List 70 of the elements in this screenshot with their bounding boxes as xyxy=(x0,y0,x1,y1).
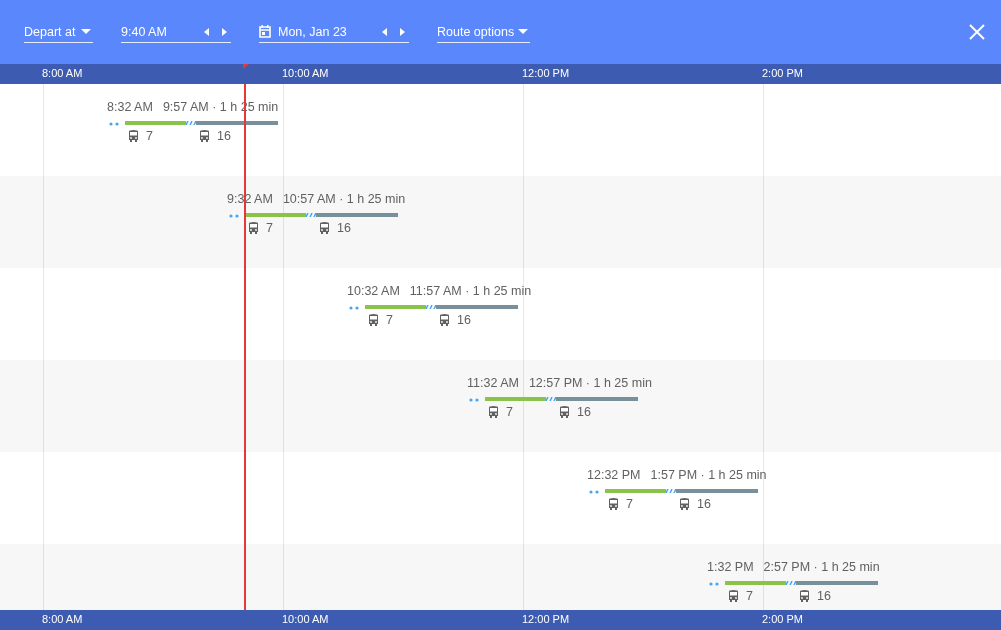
route-number: 7 xyxy=(266,221,273,235)
time-field[interactable]: 9:40 AM xyxy=(121,21,231,43)
walk-dots-icon xyxy=(469,398,479,402)
arrival-duration: 11:57 AM · 1 h 25 min xyxy=(409,284,532,299)
depart-mode-dropdown[interactable]: Depart at xyxy=(24,21,93,43)
transfer-dashes-icon xyxy=(786,581,796,585)
walk-dots-icon xyxy=(109,122,119,126)
bus-icon xyxy=(439,314,450,326)
arrival-duration: 10:57 AM · 1 h 25 min xyxy=(282,192,406,207)
calendar-icon xyxy=(259,25,271,38)
transfer-dashes-icon xyxy=(186,121,196,125)
previous-icon[interactable] xyxy=(382,27,387,36)
axis-label: 12:00 PM xyxy=(522,67,570,79)
route-number: 7 xyxy=(506,405,513,419)
bus-icon xyxy=(679,498,690,510)
axis-label: 2:00 PM xyxy=(762,613,803,625)
route-number: 7 xyxy=(746,589,753,603)
route-number: 16 xyxy=(817,589,831,603)
previous-icon[interactable] xyxy=(204,27,209,36)
departure-time: 1:32 PM xyxy=(707,560,754,575)
route-number: 7 xyxy=(146,129,153,143)
arrival-duration: 12:57 PM · 1 h 25 min xyxy=(528,376,652,391)
bus-icon xyxy=(128,130,139,142)
bus-icon xyxy=(608,498,619,510)
departure-time: 12:32 PM xyxy=(587,468,641,483)
route-number: 16 xyxy=(577,405,591,419)
bus-icon xyxy=(319,222,330,234)
bus-icon xyxy=(799,590,810,602)
axis-label: 8:00 AM xyxy=(42,67,83,79)
route-number: 16 xyxy=(697,497,711,511)
axis-label: 8:00 AM xyxy=(42,613,83,625)
axis-label: 10:00 AM xyxy=(282,67,329,79)
route-options-dropdown[interactable]: Route options xyxy=(437,21,530,43)
walk-dots-icon xyxy=(349,306,359,310)
next-icon[interactable] xyxy=(222,27,227,36)
next-icon[interactable] xyxy=(400,27,405,36)
route-number: 16 xyxy=(217,129,231,143)
close-icon[interactable] xyxy=(969,24,985,40)
bus-icon xyxy=(728,590,739,602)
caret-icon xyxy=(81,29,91,34)
transfer-dashes-icon xyxy=(306,213,316,217)
trip-row[interactable]: 12:32 PM 1:57 PM · 1 h 25 min 7 16 xyxy=(0,452,1001,544)
walk-dots-icon xyxy=(229,214,239,218)
route-number: 16 xyxy=(337,221,351,235)
departure-time: 8:32 AM xyxy=(107,100,153,115)
trip-row[interactable]: 10:32 AM 11:57 AM · 1 h 25 min 7 16 xyxy=(0,268,1001,360)
transfer-dashes-icon xyxy=(666,489,676,493)
bus-icon xyxy=(199,130,210,142)
route-number: 7 xyxy=(386,313,393,327)
departure-time: 10:32 AM xyxy=(347,284,400,299)
route-number: 16 xyxy=(457,313,471,327)
walk-dots-icon xyxy=(589,490,599,494)
trip-row[interactable]: 11:32 AM 12:57 PM · 1 h 25 min 7 16 xyxy=(0,360,1001,452)
date-field[interactable]: Mon, Jan 23 xyxy=(259,21,409,43)
transfer-dashes-icon xyxy=(546,397,556,401)
walk-dots-icon xyxy=(709,582,719,586)
transfer-dashes-icon xyxy=(426,305,436,309)
bus-icon xyxy=(488,406,499,418)
axis-label: 2:00 PM xyxy=(762,67,803,79)
bus-icon xyxy=(368,314,379,326)
arrival-duration: 2:57 PM · 1 h 25 min xyxy=(763,560,880,575)
caret-icon xyxy=(518,29,528,34)
axis-label: 10:00 AM xyxy=(282,613,329,625)
departure-time: 11:32 AM xyxy=(467,376,519,391)
arrival-duration: 1:57 PM · 1 h 25 min xyxy=(650,468,767,483)
bus-icon xyxy=(248,222,259,234)
route-number: 7 xyxy=(626,497,633,511)
trip-row[interactable]: 1:32 PM 2:57 PM · 1 h 25 min 7 16 xyxy=(0,544,1001,610)
axis-label: 12:00 PM xyxy=(522,613,570,625)
bus-icon xyxy=(559,406,570,418)
